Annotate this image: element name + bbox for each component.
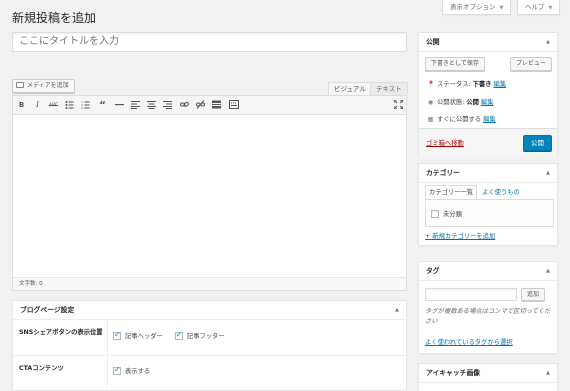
numbered-list-icon[interactable]: 123 [80,100,91,111]
sns-footer-checkbox[interactable] [174,330,183,340]
pin-icon: 📍 [427,81,435,88]
visibility-row: ◉ 公開状態: 公開 編集 [427,97,494,106]
page-title: 新規投稿を追加 [12,11,97,25]
screen-options-button[interactable]: 表示オプション ▼ [442,0,512,15]
sns-options: 記事ヘッダー 記事フッター [113,330,225,340]
status-row: 📍 ステータス: 下書き 編集 [427,79,506,88]
move-to-trash-link[interactable]: ゴミ箱へ移動 [426,138,464,147]
publish-header[interactable]: 公開 ▲ [419,33,557,52]
align-center-icon[interactable] [146,100,157,111]
caret-down-icon: ▼ [499,5,504,11]
strikethrough-icon[interactable]: ABC [48,100,59,111]
cta-show-label: 表示する [125,368,151,375]
featured-image-title: アイキャッチ画像 [426,369,481,377]
tab-visual[interactable]: ビジュアル [328,82,372,95]
calendar-icon: ▦ [427,116,434,123]
column-divider [107,356,108,391]
sns-position-label: SNSシェアボタンの表示位置 [19,329,103,336]
blog-settings-title: ブログページ設定 [20,306,75,314]
add-tag-button[interactable]: 追加 [521,288,546,301]
column-divider [107,320,108,355]
tag-input[interactable] [425,288,517,301]
toggle-arrow-icon[interactable]: ▲ [546,164,550,182]
categories-header[interactable]: カテゴリー ▲ [419,164,557,183]
eye-icon: ◉ [427,99,434,106]
align-right-icon[interactable] [162,100,173,111]
tag-hint: タグが複数ある場合はコンマで区切ってください [425,308,551,325]
fullscreen-icon[interactable] [393,99,404,111]
category-label: 未分類 [443,211,462,218]
publish-actions: ゴミ箱へ移動 公開 [419,128,557,157]
status-label: ステータス: [437,81,473,88]
toggle-arrow-icon[interactable]: ▲ [395,301,399,319]
preview-button[interactable]: プレビュー [510,57,553,71]
blog-settings-box: ブログページ設定 ▲ SNSシェアボタンの表示位置 記事ヘッダー 記事フッター C… [12,300,408,391]
tags-box: タグ ▲ 追加 タグが複数ある場合はコンマで区切ってください よく使われているタグ… [418,261,558,354]
publish-button[interactable]: 公開 [523,135,552,151]
cta-label: CTAコンテンツ [19,365,64,372]
categories-title: カテゴリー [426,169,460,177]
status-edit-link[interactable]: 編集 [494,81,507,88]
toggle-arrow-icon[interactable]: ▲ [546,33,550,51]
sns-position-row: SNSシェアボタンの表示位置 記事ヘッダー 記事フッター [13,320,408,355]
bold-icon[interactable]: B [16,100,27,111]
screen-options-label: 表示オプション [450,3,496,11]
featured-image-box: アイキャッチ画像 ▲ [418,363,558,391]
tags-header[interactable]: タグ ▲ [419,262,557,281]
sns-header-label: 記事ヘッダー [125,333,163,340]
schedule-row: ▦ すぐに公開する 編集 [427,114,496,123]
add-media-label: メディアを追加 [27,82,69,89]
align-left-icon[interactable] [130,100,141,111]
cta-options: 表示する [113,365,151,375]
visibility-edit-link[interactable]: 編集 [481,99,494,106]
sns-header-checkbox[interactable] [113,330,121,340]
category-list: 未分類 [425,199,554,227]
bullet-list-icon[interactable] [64,100,75,111]
word-count: 文字数: 0 [13,277,406,290]
blockquote-icon[interactable]: “ [97,100,108,111]
category-checkbox[interactable] [431,210,439,218]
link-icon[interactable] [179,100,190,111]
horizontal-rule-icon[interactable] [114,100,125,111]
categories-box: カテゴリー ▲ カテゴリー一覧 よく使うもの 未分類 + 新規カテゴリーを追加 [418,163,558,246]
toolbar-toggle-icon[interactable] [228,100,239,111]
caret-down-icon: ▼ [548,5,553,11]
sns-footer-label: 記事フッター [186,333,225,340]
italic-icon[interactable]: I [32,100,43,111]
tags-title: タグ [426,267,440,275]
cta-show-checkbox[interactable] [113,365,121,375]
popular-tags-link[interactable]: よく使われているタグから選択 [425,337,513,346]
post-title-input[interactable]: ここにタイトルを入力 [12,32,407,52]
unlink-icon[interactable] [195,100,206,111]
svg-text:3: 3 [81,106,83,109]
schedule-edit-link[interactable]: 編集 [483,116,496,123]
media-icon [16,82,24,88]
schedule-label: すぐに公開する [437,116,482,123]
tab-all-categories[interactable]: カテゴリー一覧 [425,185,478,199]
help-label: ヘルプ [525,3,545,11]
visibility-value: 公開 [466,99,479,106]
publish-box: 公開 ▲ 下書きとして保存 プレビュー 📍 ステータス: 下書き 編集 ◉ 公開状態:… [418,32,558,157]
save-draft-button[interactable]: 下書きとして保存 [425,57,485,71]
featured-image-header[interactable]: アイキャッチ画像 ▲ [419,364,557,383]
cta-row: CTAコンテンツ 表示する [13,355,408,391]
editor-toolbar: B I ABC 123 “ [13,96,406,115]
blog-settings-header[interactable]: ブログページ設定 ▲ [13,301,406,320]
category-item[interactable]: 未分類 [431,209,462,218]
publish-title: 公開 [426,38,440,46]
tab-text[interactable]: テキスト [370,82,408,95]
add-media-button[interactable]: メディアを追加 [12,79,75,93]
visibility-label: 公開状態: [437,99,467,106]
post-editor[interactable]: B I ABC 123 “ 文字数: 0 [12,95,407,291]
help-button[interactable]: ヘルプ ▼ [517,0,561,15]
add-new-category-link[interactable]: + 新規カテゴリーを追加 [425,231,495,240]
status-value: 下書き [472,81,492,88]
read-more-icon[interactable] [211,100,222,111]
tab-popular-categories[interactable]: よく使うもの [482,187,520,196]
toggle-arrow-icon[interactable]: ▲ [546,262,550,280]
toggle-arrow-icon[interactable]: ▲ [546,364,550,382]
